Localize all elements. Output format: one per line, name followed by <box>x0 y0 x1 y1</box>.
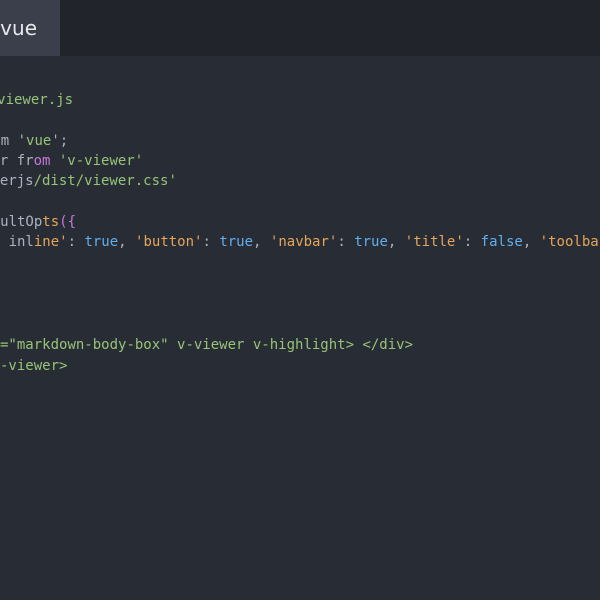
code-string: /dist/viewer.css' <box>33 173 177 189</box>
code-punct: , <box>118 234 136 250</box>
code-key: 'button' <box>135 234 203 250</box>
code-line-4: import Viewer from 'v-viewer' <box>0 131 278 169</box>
code-line-3: import Vue from 'vue'; <box>0 111 219 149</box>
tab-page-vue[interactable]: Page.vue <box>0 0 60 56</box>
code-punct: , <box>253 234 270 250</box>
tab-label: Page.vue <box>0 16 37 40</box>
code-line-5: import 'viewerjs/dist/viewer.css' <box>0 151 312 189</box>
code-punct: : <box>463 234 481 250</box>
code-text: plugins/viewer.js <box>0 92 74 108</box>
code-editor[interactable]: plugins/viewer.js import Vue from 'vue';… <box>0 56 600 600</box>
code-line-13: </v-viewer> <box>0 336 126 374</box>
code-punct: : <box>202 234 220 250</box>
code-line-7: Vue.use(Viewer, { defaultOpts({ <box>0 192 295 230</box>
code-key: 'title' <box>404 234 464 250</box>
code-text: wer> <box>33 358 68 374</box>
code-line-8: inline': true, 'button': true, 'navbar':… <box>0 212 600 250</box>
code-punct: , <box>387 234 405 250</box>
code-line-12: <div class="markdown-body-box" v-viewer … <box>0 315 531 353</box>
code-punct: : <box>337 234 355 250</box>
code-key: 'navbar' <box>269 234 338 250</box>
code-text: </v-vie <box>0 358 34 374</box>
code-key: ine' <box>33 234 68 250</box>
code-line-1: plugins/viewer.js <box>0 70 177 108</box>
tab-bar: Page.vue <box>0 0 600 56</box>
code-key: 'toolbar' <box>539 234 600 250</box>
code-punct: : <box>67 234 85 250</box>
code-punct: , <box>522 234 540 250</box>
code-value: true <box>84 234 119 250</box>
code-value: true <box>219 234 254 250</box>
code-text: import 'viewerjs <box>0 173 34 189</box>
code-value: false <box>480 234 523 250</box>
code-text: inl <box>8 234 34 250</box>
code-value: true <box>354 234 388 250</box>
